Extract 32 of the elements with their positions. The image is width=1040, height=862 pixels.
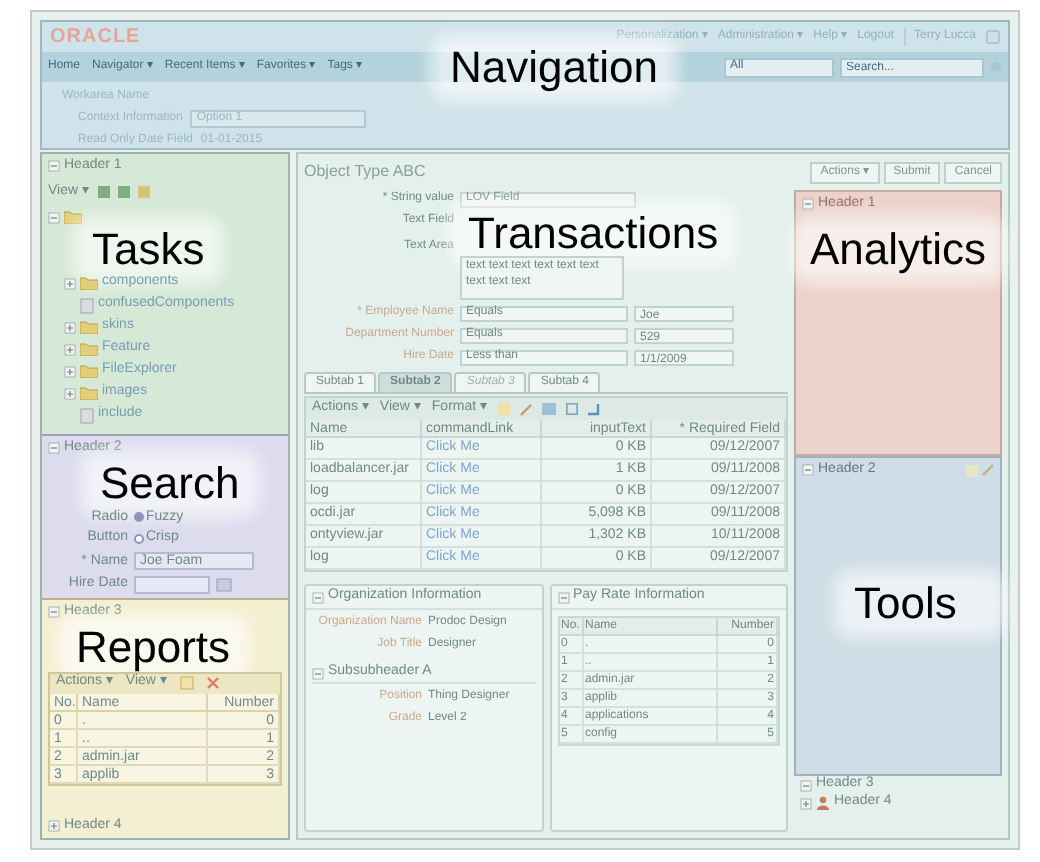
date-field[interactable] [134,575,210,594]
region-label: Search [92,461,248,505]
region-label: Analytics [802,227,994,271]
folder-icon [64,210,82,224]
collapse-icon [557,591,569,603]
folder-icon [80,276,98,290]
pencil-icon [520,403,533,415]
collapse-icon [48,442,60,455]
detach-icon [566,402,579,416]
collapse-icon [800,779,812,791]
collapse-icon [802,198,814,211]
region-label: Reports [68,625,239,669]
region-label: Navigation [442,46,666,90]
collapse-icon [312,591,324,603]
calendar-icon [216,577,232,592]
region-label: Transactions [460,212,727,256]
collapse-icon [48,606,60,619]
page-title: Object Type ABC [304,160,426,184]
delete-icon [205,676,220,690]
region-label: Tools [846,581,994,625]
person-icon [816,796,830,810]
region-label: Tasks [84,228,213,272]
window-icon [986,30,1000,44]
collapse-icon [312,667,324,679]
collapse-icon [802,464,814,477]
expand-icon [800,797,812,809]
document-icon [80,407,94,423]
expand-icon [48,820,60,832]
oracle-logo: ORACLE [50,24,141,52]
pencil-icon [982,464,994,477]
collapse-icon [48,160,60,173]
document-icon [80,297,94,313]
